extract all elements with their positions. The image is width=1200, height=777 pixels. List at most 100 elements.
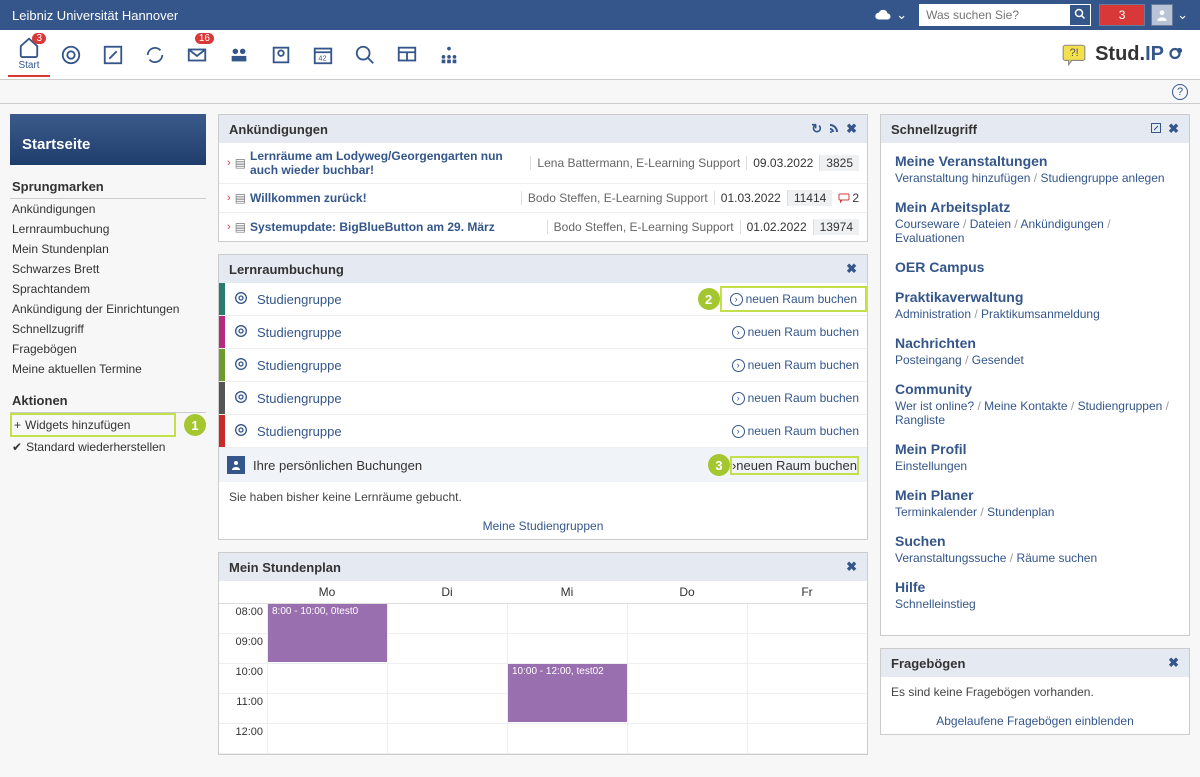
calendar-icon: 42 (312, 44, 334, 66)
show-expired-link[interactable]: Abgelaufene Fragebögen einblenden (936, 714, 1134, 728)
quickaccess-sublink[interactable]: Dateien (970, 217, 1011, 231)
questionnaire-head: Fragebögen (891, 656, 965, 671)
quickaccess-section-title[interactable]: Suchen (895, 533, 1175, 549)
add-widgets-button[interactable]: + Widgets hinzufügen (10, 413, 176, 437)
quickaccess-sublink[interactable]: Ankündigungen (1020, 217, 1103, 231)
my-studygroups-link[interactable]: Meine Studiengruppen (483, 519, 604, 533)
studygroup-row[interactable]: Studiengruppe 2 ›neuen Raum buchen (219, 283, 867, 316)
help-icon[interactable]: ? (1172, 84, 1188, 100)
schedule-widget: Mein Stundenplan ✖ Mo Di Mi Do Fr 08:00 … (218, 552, 868, 755)
close-icon[interactable]: ✖ (846, 261, 857, 277)
jump-link[interactable]: Schwarzes Brett (10, 259, 206, 279)
quickaccess-sublink[interactable]: Courseware (895, 217, 960, 231)
book-room-button[interactable]: ›neuen Raum buchen (724, 420, 867, 442)
jump-link[interactable]: Ankündigungen (10, 199, 206, 219)
studygroup-row[interactable]: Studiengruppe ›neuen Raum buchen (219, 382, 867, 415)
quickaccess-sublink[interactable]: Schnelleinstieg (895, 597, 976, 611)
search-button[interactable] (1069, 4, 1091, 26)
announcement-row[interactable]: › ▤ Willkommen zurück! Bodo Steffen, E-L… (219, 184, 867, 213)
quickaccess-section-title[interactable]: Mein Profil (895, 441, 1175, 457)
studygroup-row[interactable]: Studiengruppe ›neuen Raum buchen (219, 349, 867, 382)
studygroup-row[interactable]: Studiengruppe ›neuen Raum buchen (219, 316, 867, 349)
user-menu-chevron-icon[interactable]: ⌄ (1177, 7, 1188, 23)
jump-link[interactable]: Mein Stundenplan (10, 239, 206, 259)
jump-link[interactable]: Sprachtandem (10, 279, 206, 299)
no-questionnaires-text: Es sind keine Fragebögen vorhanden. (881, 677, 1189, 707)
quickaccess-section-title[interactable]: Mein Planer (895, 487, 1175, 503)
quickaccess-sublink[interactable]: Evaluationen (895, 231, 964, 245)
quickaccess-sublink[interactable]: Einstellungen (895, 459, 967, 473)
spiral-icon (233, 290, 249, 309)
book-room-button[interactable]: ›neuen Raum buchen (724, 321, 867, 343)
announcement-row[interactable]: › ▤ Systemupdate: BigBlueButton am 29. M… (219, 213, 867, 241)
book-room-button[interactable]: ›neuen Raum buchen (724, 387, 867, 409)
announcement-row[interactable]: › ▤ Lernräume am Lodyweg/Georgengarten n… (219, 143, 867, 184)
quickaccess-sublink[interactable]: Rangliste (895, 413, 945, 427)
quickaccess-sublink[interactable]: Posteingang (895, 353, 962, 367)
jump-link[interactable]: Ankündigung der Einrichtungen (10, 299, 206, 319)
studygroup-row[interactable]: Studiengruppe ›neuen Raum buchen (219, 415, 867, 448)
jump-link[interactable]: Fragebögen (10, 339, 206, 359)
quickaccess-sublink[interactable]: Räume suchen (1016, 551, 1097, 565)
rss-icon[interactable] (828, 122, 840, 137)
profile-icon (270, 44, 292, 66)
quickaccess-sublink[interactable]: Veranstaltungssuche (895, 551, 1006, 565)
search-input[interactable] (919, 4, 1069, 26)
schedule-grid: Mo Di Mi Do Fr 08:00 8:00 - 10:00, 0test… (219, 581, 867, 754)
jump-link[interactable]: Schnellzugriff (10, 319, 206, 339)
quickaccess-sublink[interactable]: Terminkalender (895, 505, 977, 519)
nav-board[interactable] (386, 33, 428, 77)
quickaccess-sublink[interactable]: Wer ist online? (895, 399, 974, 413)
quickaccess-sublink[interactable]: Stundenplan (987, 505, 1054, 519)
quickaccess-sublink[interactable]: Studiengruppe anlegen (1040, 171, 1164, 185)
quickaccess-section-title[interactable]: OER Campus (895, 259, 1175, 275)
quickaccess-sublink[interactable]: Praktikumsanmeldung (981, 307, 1100, 321)
close-icon[interactable]: ✖ (1168, 121, 1179, 137)
schedule-head: Mein Stundenplan (229, 560, 341, 575)
studygroup-name: Studiengruppe (257, 352, 724, 379)
book-room-button[interactable]: ›neuen Raum buchen (724, 354, 867, 376)
nav-mail[interactable]: 16 (176, 33, 218, 77)
edit-icon[interactable] (1150, 122, 1162, 137)
nav-orga[interactable] (428, 33, 470, 77)
jump-link[interactable]: Meine aktuellen Termine (10, 359, 206, 379)
nav-cloud[interactable] (134, 33, 176, 77)
reset-default-button[interactable]: ✔ Standard wiederherstellen (10, 437, 206, 457)
nav-edit[interactable] (92, 33, 134, 77)
notification-badge[interactable]: 3 (1099, 4, 1145, 26)
close-icon[interactable]: ✖ (1168, 655, 1179, 671)
quickaccess-section-title[interactable]: Hilfe (895, 579, 1175, 595)
jump-link[interactable]: Lernraumbuchung (10, 219, 206, 239)
quickaccess-sublink[interactable]: Meine Kontakte (984, 399, 1067, 413)
quickaccess-sublink[interactable]: Studiengruppen (1078, 399, 1163, 413)
book-room-button[interactable]: ›neuen Raum buchen (730, 456, 859, 475)
announcement-author: Bodo Steffen, E-Learning Support (521, 191, 714, 205)
quickaccess-sublink[interactable]: Gesendet (972, 353, 1024, 367)
close-icon[interactable]: ✖ (846, 121, 857, 137)
cloud-menu[interactable]: ⌄ (874, 7, 907, 23)
quickaccess-sublink[interactable]: Veranstaltung hinzufügen (895, 171, 1030, 185)
nav-search[interactable] (344, 33, 386, 77)
avatar[interactable] (1151, 4, 1173, 26)
quickaccess-section-title[interactable]: Meine Veranstaltungen (895, 153, 1175, 169)
nav-profile[interactable] (260, 33, 302, 77)
quickaccess-section-title[interactable]: Praktikaverwaltung (895, 289, 1175, 305)
quickaccess-section-title[interactable]: Nachrichten (895, 335, 1175, 351)
reload-icon[interactable]: ↻ (811, 121, 822, 137)
nav-help[interactable]: ?! (1053, 42, 1095, 68)
document-icon: ▤ (235, 220, 246, 234)
book-room-button[interactable]: ›neuen Raum buchen (720, 286, 867, 312)
topbar-search (919, 4, 1091, 26)
nav-courses[interactable] (50, 33, 92, 77)
widget-footer: Meine Studiengruppen (219, 512, 867, 539)
close-icon[interactable]: ✖ (846, 559, 857, 575)
hour-label: 10:00 (219, 664, 267, 694)
nav-planner[interactable]: 42 (302, 33, 344, 77)
quickaccess-section-title[interactable]: Mein Arbeitsplatz (895, 199, 1175, 215)
arrow-circle-icon: › (732, 392, 745, 405)
quickaccess-section-title[interactable]: Community (895, 381, 1175, 397)
nav-start[interactable]: 3 Start (8, 33, 50, 77)
hour-label: 09:00 (219, 634, 267, 664)
quickaccess-sublink[interactable]: Administration (895, 307, 971, 321)
nav-community[interactable] (218, 33, 260, 77)
